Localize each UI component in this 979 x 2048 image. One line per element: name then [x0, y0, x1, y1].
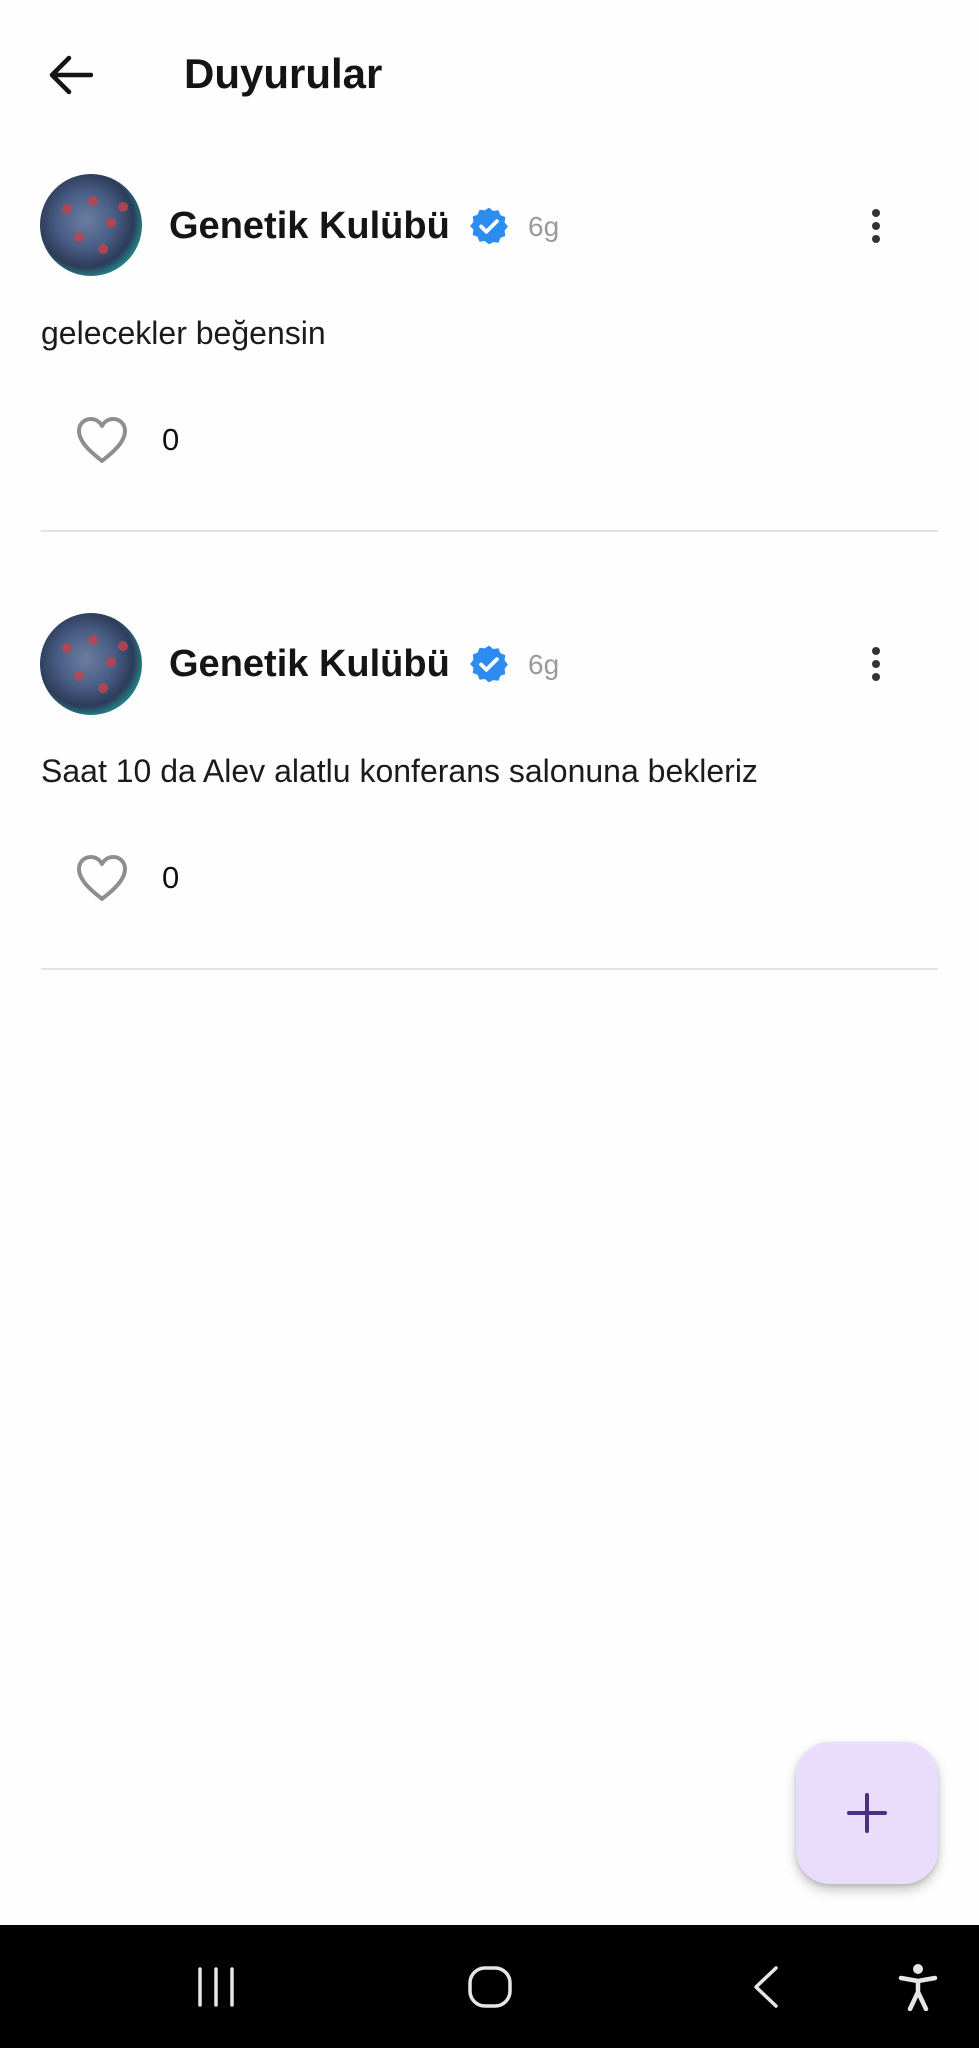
like-button[interactable]	[72, 410, 132, 470]
app-bar: Duyurular	[0, 0, 979, 145]
system-nav-bar	[0, 1925, 979, 2048]
like-count: 0	[162, 860, 180, 895]
back-button[interactable]	[40, 45, 100, 105]
like-button[interactable]	[72, 848, 132, 908]
verified-badge-icon	[470, 645, 508, 683]
add-announcement-button[interactable]	[796, 1742, 938, 1884]
avatar[interactable]	[40, 613, 142, 715]
nav-back-button[interactable]	[726, 1925, 806, 2048]
author-name[interactable]: Genetik Kulübü	[169, 641, 450, 687]
home-icon	[468, 1965, 512, 2008]
more-options-button[interactable]	[856, 634, 896, 694]
like-count: 0	[162, 422, 180, 457]
post-time: 6g	[528, 649, 560, 680]
arrow-left-icon	[49, 55, 93, 95]
accessibility-icon	[898, 1963, 938, 2011]
recents-button[interactable]	[176, 1925, 256, 2048]
heart-outline-icon	[77, 417, 127, 463]
accessibility-button[interactable]	[880, 1925, 956, 2048]
post-content: Saat 10 da Alev alatlu konferans salonun…	[41, 753, 758, 789]
home-button[interactable]	[450, 1925, 530, 2048]
more-vertical-icon	[872, 209, 880, 243]
back-icon	[754, 1965, 778, 2008]
page-title: Duyurular	[184, 50, 383, 97]
recents-icon	[198, 1966, 234, 2007]
divider	[41, 530, 938, 532]
heart-outline-icon	[77, 855, 127, 901]
verified-badge-icon	[470, 207, 508, 245]
plus-icon	[847, 1793, 887, 1833]
more-vertical-icon	[872, 647, 880, 681]
divider	[41, 968, 938, 970]
avatar[interactable]	[40, 174, 142, 276]
post-content: gelecekler beğensin	[41, 315, 326, 351]
more-options-button[interactable]	[856, 196, 896, 256]
author-name[interactable]: Genetik Kulübü	[169, 203, 450, 249]
post-time: 6g	[528, 211, 560, 242]
